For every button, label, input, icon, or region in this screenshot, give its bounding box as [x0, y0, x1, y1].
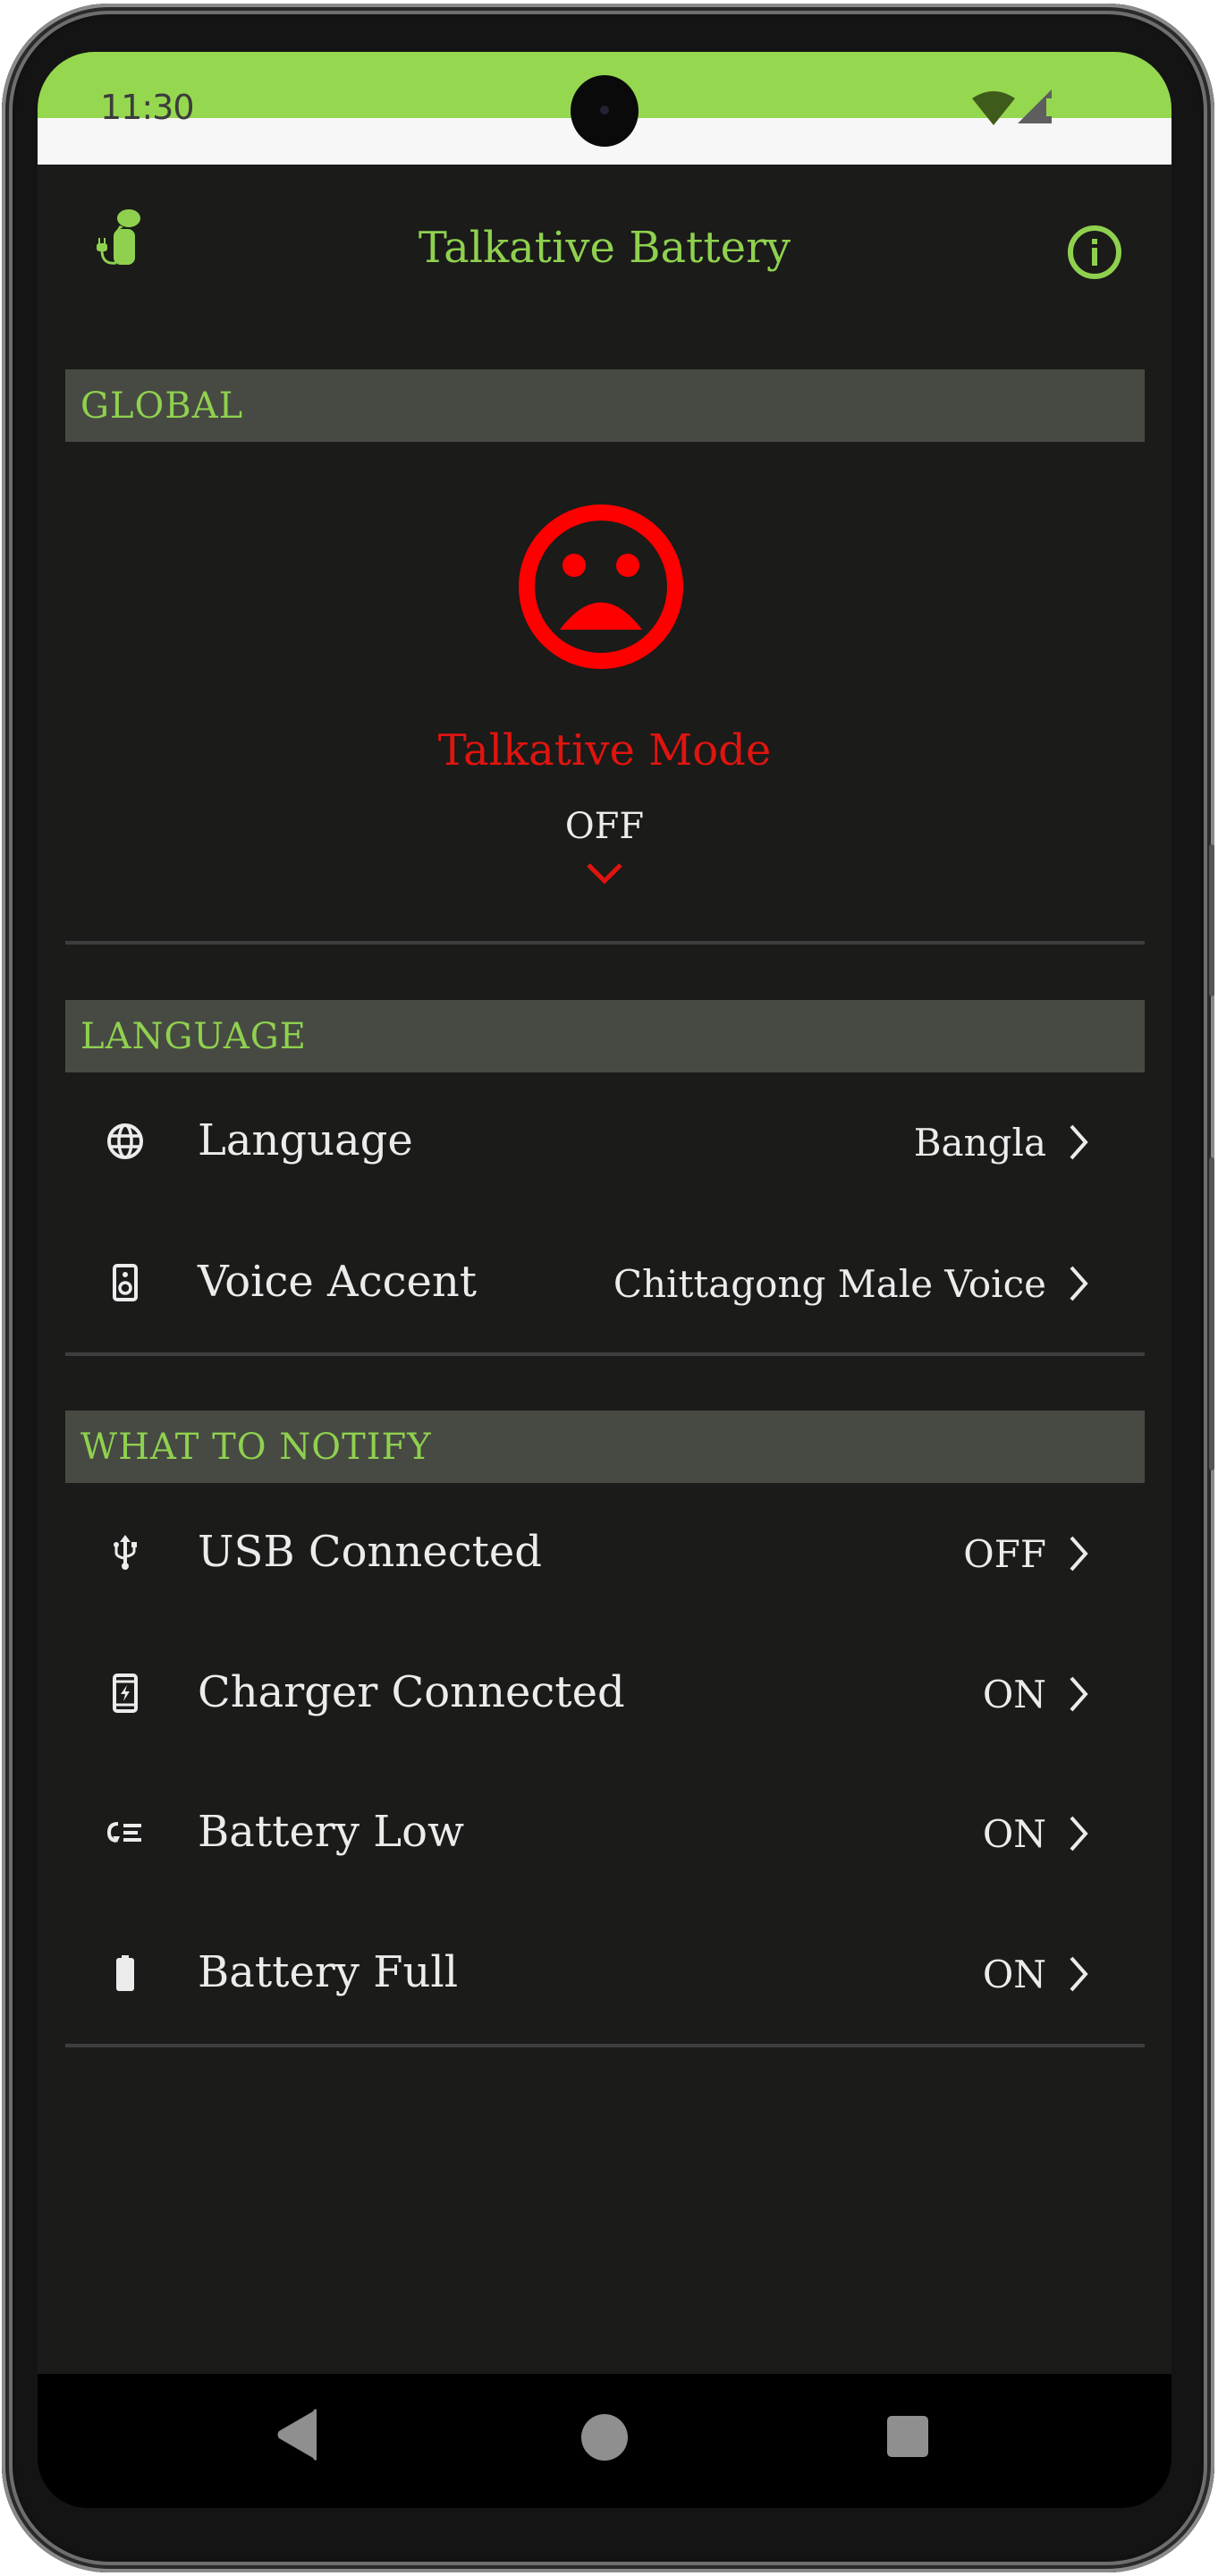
section-header-language: LANGUAGE	[65, 1000, 1145, 1072]
sad-face-icon[interactable]	[518, 504, 684, 670]
divider	[65, 941, 1145, 945]
section-title: GLOBAL	[80, 386, 244, 427]
divider	[65, 2044, 1145, 2047]
chevron-down-icon[interactable]	[586, 861, 623, 886]
section-title: LANGUAGE	[80, 1016, 307, 1057]
cellular-signal-icon	[1018, 89, 1052, 123]
chevron-right-icon	[1070, 1536, 1088, 1572]
row-label: Voice Accent	[198, 1257, 478, 1307]
row-label: Battery Low	[198, 1807, 465, 1857]
recents-icon[interactable]	[887, 2416, 928, 2457]
chevron-right-icon	[1070, 1676, 1088, 1712]
row-label: Language	[198, 1115, 413, 1165]
row-value: OFF	[963, 1532, 1046, 1576]
battery-full-icon	[116, 1955, 134, 1991]
charger-connected-row[interactable]: Charger Connected ON	[65, 1635, 1145, 1751]
section-title: WHAT TO NOTIFY	[80, 1427, 432, 1468]
chevron-right-icon	[1070, 1124, 1088, 1160]
power-button	[1209, 1157, 1214, 1470]
row-label: Charger Connected	[198, 1667, 625, 1717]
talkative-mode-title: Talkative Mode	[437, 725, 772, 775]
talkative-mode-state: OFF	[564, 806, 645, 847]
wifi-icon	[972, 91, 1015, 125]
usb-icon	[114, 1535, 137, 1570]
row-value: ON	[982, 1953, 1046, 1996]
battery-low-row[interactable]: Battery Low ON	[65, 1775, 1145, 1891]
row-value: ON	[982, 1673, 1046, 1716]
info-icon[interactable]	[1066, 224, 1123, 281]
volume-button	[1209, 844, 1214, 996]
divider	[65, 1352, 1145, 1356]
globe-icon	[107, 1123, 143, 1159]
app-toolbar: Talkative Battery	[38, 165, 1171, 343]
row-label: USB Connected	[198, 1527, 543, 1577]
battery-low-icon	[106, 1822, 141, 1843]
app-title: Talkative Battery	[418, 223, 791, 273]
back-icon[interactable]	[277, 2408, 318, 2462]
phone-charging-icon	[113, 1674, 138, 1713]
battery-full-row[interactable]: Battery Full ON	[65, 1915, 1145, 2031]
screen: 11:30 Talkative Battery GLOBAL Talkative…	[38, 52, 1171, 2508]
voice-accent-row[interactable]: Voice Accent Chittagong Male Voice	[65, 1224, 1145, 1341]
row-value: ON	[982, 1812, 1046, 1856]
home-icon[interactable]	[581, 2414, 628, 2461]
section-header-notify: WHAT TO NOTIFY	[65, 1411, 1145, 1483]
language-row[interactable]: Language Bangla	[65, 1083, 1145, 1199]
section-header-global: GLOBAL	[65, 369, 1145, 442]
status-time: 11:30	[100, 88, 195, 127]
usb-connected-row[interactable]: USB Connected OFF	[65, 1495, 1145, 1611]
row-label: Battery Full	[198, 1947, 459, 1997]
chevron-right-icon	[1070, 1816, 1088, 1852]
camera-cutout	[571, 75, 639, 147]
row-value: Bangla	[913, 1121, 1046, 1165]
chevron-right-icon	[1070, 1956, 1088, 1992]
system-nav-bar	[38, 2374, 1171, 2508]
row-value: Chittagong Male Voice	[613, 1262, 1046, 1306]
speaker-icon	[113, 1264, 138, 1301]
chevron-right-icon	[1070, 1266, 1088, 1301]
